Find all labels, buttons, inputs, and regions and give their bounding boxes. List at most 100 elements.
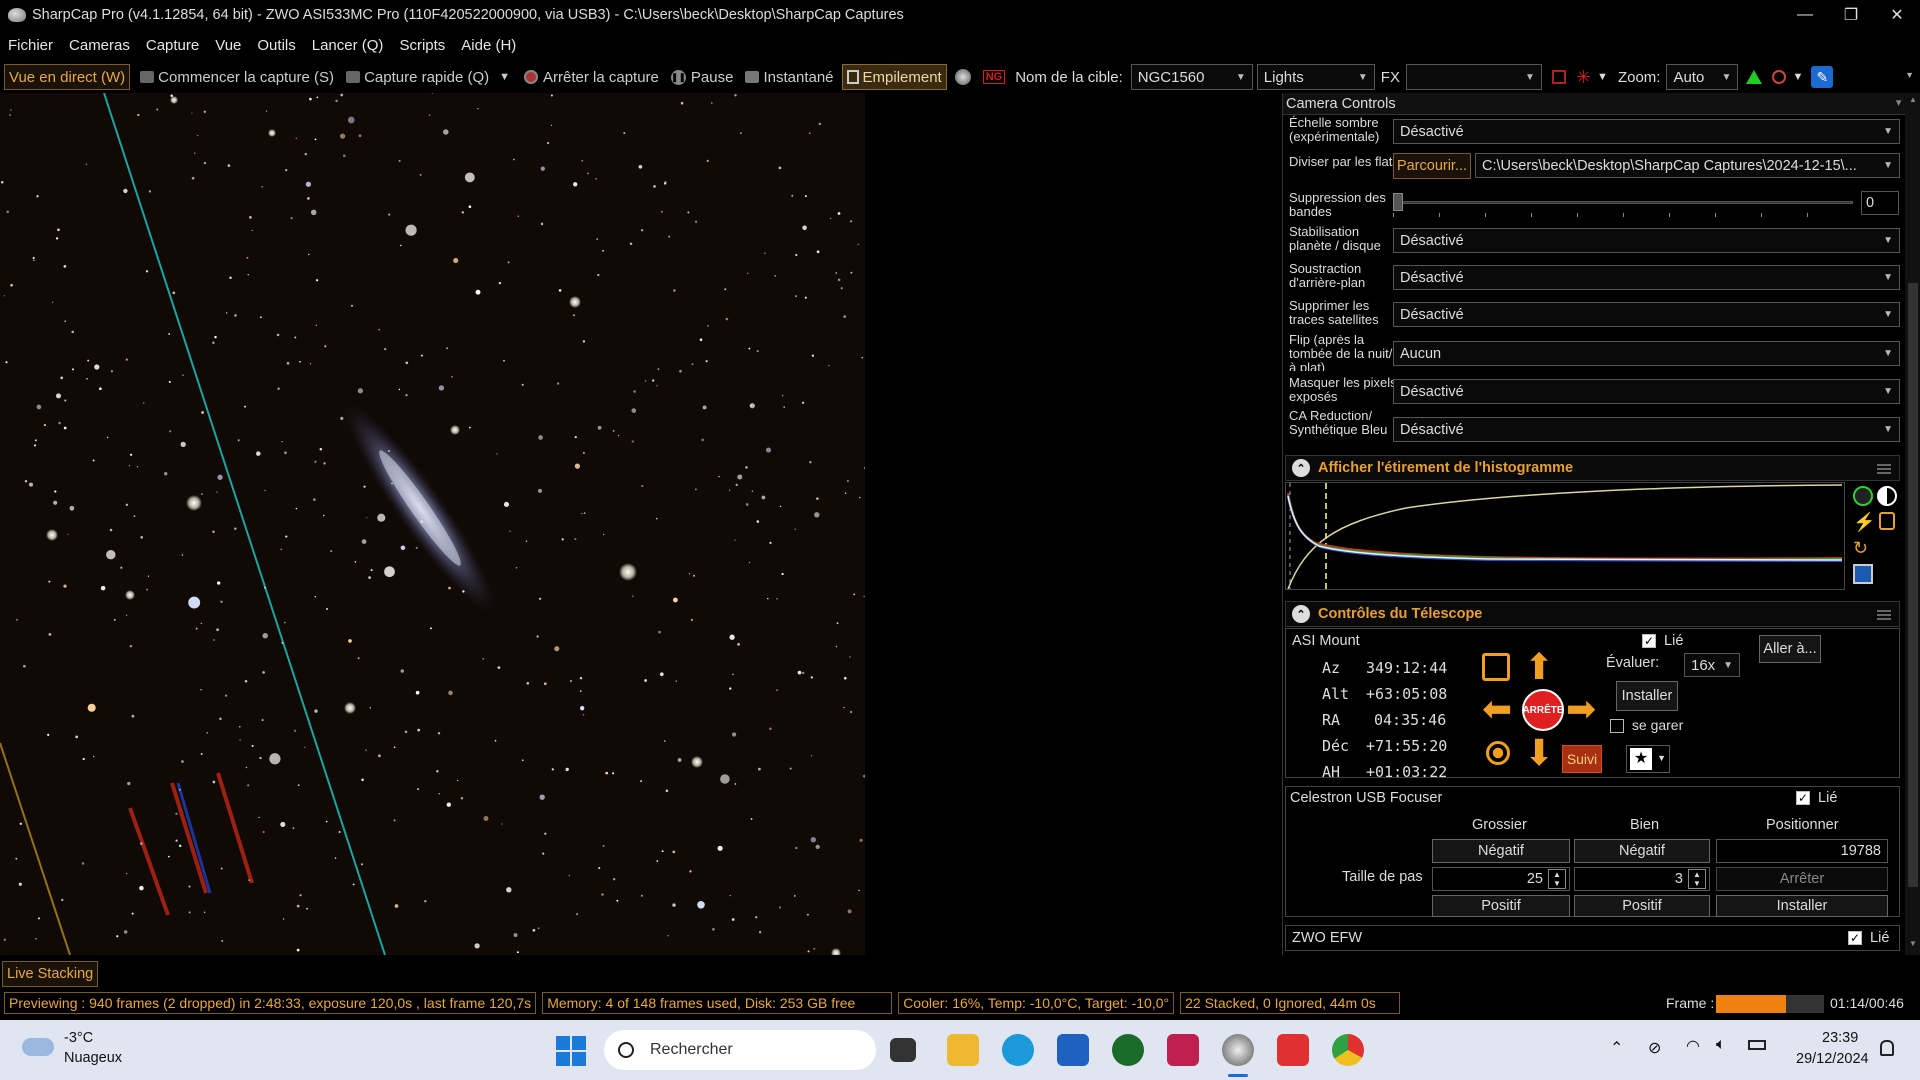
menu-help[interactable]: Aide (H) xyxy=(461,37,516,54)
menu-view[interactable]: Vue xyxy=(215,37,241,54)
browse-flats-button[interactable]: Parcourir... xyxy=(1393,153,1471,179)
contrast-icon[interactable] xyxy=(1877,486,1897,506)
file-explorer-icon[interactable] xyxy=(947,1034,979,1066)
fine-negative-button[interactable]: Négatif xyxy=(1574,839,1710,863)
scroll-down-icon[interactable]: ▼ xyxy=(1909,939,1917,948)
live-view-button[interactable]: Vue en direct (W) xyxy=(4,64,131,90)
menu-capture[interactable]: Capture xyxy=(146,37,199,54)
network-off-icon[interactable]: ⊘ xyxy=(1648,1038,1661,1058)
spinner-icon[interactable]: ▲ ▼ xyxy=(1548,869,1566,889)
minimize-button[interactable]: — xyxy=(1782,0,1828,30)
pause-button[interactable]: ❚❚ Pause xyxy=(667,64,738,90)
maximize-button[interactable]: ❐ xyxy=(1828,0,1874,30)
arrow-down-icon[interactable]: ⬇ xyxy=(1524,735,1554,771)
reset-icon[interactable]: ↻ xyxy=(1853,538,1868,559)
reticle-cross-icon[interactable]: ✳ xyxy=(1576,67,1591,88)
start-button[interactable] xyxy=(556,1036,586,1066)
spiral-search-icon[interactable] xyxy=(1482,653,1510,681)
arrow-right-icon[interactable]: ➡ xyxy=(1566,691,1596,727)
panel-scrollbar[interactable]: ▲ ▼ xyxy=(1905,93,1920,955)
target-reticle-icon[interactable] xyxy=(1772,70,1787,84)
menu-launch[interactable]: Lancer (Q) xyxy=(312,37,384,54)
lightning-icon[interactable]: ⚡ xyxy=(1853,512,1875,533)
coarse-negative-button[interactable]: Négatif xyxy=(1432,839,1570,863)
menu-scripts[interactable]: Scripts xyxy=(399,37,445,54)
histogram-header[interactable]: ⌃ Afficher l'étirement de l'histogramme xyxy=(1285,455,1900,481)
save-icon[interactable] xyxy=(1853,564,1873,584)
power-icon[interactable] xyxy=(1853,486,1873,506)
install-mount-button[interactable]: Installer xyxy=(1616,681,1678,711)
sharpcap-taskbar-icon[interactable] xyxy=(1222,1034,1254,1066)
menu-icon[interactable] xyxy=(1877,610,1891,620)
efw-linked-checkbox[interactable]: ✓ xyxy=(1848,931,1862,946)
anydesk-icon[interactable] xyxy=(1277,1034,1309,1066)
position-field[interactable]: 19788 xyxy=(1716,839,1888,863)
tracking-button[interactable]: Suivi xyxy=(1562,745,1602,773)
mask-select[interactable]: Désactivé ▼ xyxy=(1393,379,1900,404)
arrow-up-icon[interactable]: ⬆ xyxy=(1524,649,1554,685)
coarse-step-field[interactable]: 25 ▲ ▼ xyxy=(1432,867,1570,891)
slider-thumb[interactable] xyxy=(1393,193,1403,211)
astro-app-icon[interactable] xyxy=(1167,1034,1199,1066)
reticle-box-icon[interactable] xyxy=(1551,70,1566,84)
chevron-up-icon[interactable]: ⌃ xyxy=(1610,1038,1623,1058)
rate-select[interactable]: 16x ▼ xyxy=(1684,653,1740,677)
frame-type-select[interactable]: Lights ▼ xyxy=(1256,64,1375,90)
close-button[interactable]: ✕ xyxy=(1874,0,1920,30)
live-stacking-tab[interactable]: Live Stacking xyxy=(2,961,99,987)
mount-linked[interactable]: ✓ Lié xyxy=(1642,633,1683,649)
scroll-up-icon[interactable]: ▲ xyxy=(1909,95,1917,104)
scrollbar-thumb[interactable] xyxy=(1908,283,1918,887)
stop-capture-button[interactable]: Arrêter la capture xyxy=(520,64,663,90)
park-checkbox[interactable] xyxy=(1610,719,1624,734)
zoom-select[interactable]: Auto ▼ xyxy=(1666,64,1739,90)
histogram-chart[interactable] xyxy=(1285,482,1845,590)
dark-scale-select[interactable]: Désactivé ▼ xyxy=(1393,119,1900,144)
banding-slider[interactable] xyxy=(1393,191,1853,217)
menu-icon[interactable] xyxy=(1877,464,1891,474)
sun-icon[interactable] xyxy=(1486,741,1510,765)
start-capture-button[interactable]: Commencer la capture (S) xyxy=(136,64,338,90)
quick-capture-button[interactable]: Capture rapide (Q) ▼ xyxy=(342,64,514,90)
menu-cameras[interactable]: Cameras xyxy=(69,37,130,54)
efw-linked[interactable]: ✓ Lié xyxy=(1848,930,1889,946)
battery-icon[interactable] xyxy=(1748,1040,1766,1050)
edge-browser-icon[interactable] xyxy=(1002,1034,1034,1066)
background-select[interactable]: Désactivé ▼ xyxy=(1393,265,1900,290)
install-focuser-button[interactable]: Installer xyxy=(1716,895,1888,917)
goto-button[interactable]: Aller à... xyxy=(1759,635,1821,663)
focuser-linked-checkbox[interactable]: ✓ xyxy=(1796,791,1810,806)
collapse-icon[interactable]: ⌃ xyxy=(1292,459,1310,477)
fine-positive-button[interactable]: Positif xyxy=(1574,895,1710,917)
dark-frame-icon[interactable] xyxy=(954,69,971,85)
stacking-button[interactable]: Empilement xyxy=(841,64,947,90)
chevron-down-icon[interactable]: ▼ xyxy=(1905,70,1914,80)
phd-guiding-icon[interactable] xyxy=(1112,1034,1144,1066)
flip-select[interactable]: Aucun ▼ xyxy=(1393,341,1900,366)
flat-path-select[interactable]: C:\Users\beck\Desktop\SharpCap Captures\… xyxy=(1475,153,1900,178)
chevron-down-icon[interactable]: ▼ xyxy=(499,71,510,83)
histogram-green-icon[interactable] xyxy=(1746,70,1763,84)
chevron-down-icon[interactable]: ▼ xyxy=(1597,71,1608,83)
ca-reduction-select[interactable]: Désactivé ▼ xyxy=(1393,417,1900,442)
wifi-icon[interactable]: ◠ xyxy=(1686,1036,1700,1056)
clock-date[interactable]: 29/12/2024 xyxy=(1796,1051,1869,1067)
target-name-select[interactable]: NGC1560 ▼ xyxy=(1130,64,1253,90)
image-viewport[interactable] xyxy=(0,93,865,955)
chevron-down-icon[interactable]: ▼ xyxy=(1792,71,1803,83)
mount-linked-checkbox[interactable]: ✓ xyxy=(1642,634,1656,649)
lock-icon[interactable] xyxy=(1879,512,1895,530)
stabilize-select[interactable]: Désactivé ▼ xyxy=(1393,228,1900,253)
volume-icon[interactable]: 🔈︎ xyxy=(1716,1036,1726,1054)
menu-file[interactable]: Fichier xyxy=(8,37,53,54)
notification-bell-icon[interactable] xyxy=(1880,1040,1894,1056)
park-option[interactable]: se garer xyxy=(1610,717,1683,734)
arrow-left-icon[interactable]: ⬅ xyxy=(1482,691,1512,727)
stop-button[interactable]: ARRÊTE xyxy=(1522,689,1564,731)
stop-focuser-button[interactable]: Arrêter xyxy=(1716,867,1888,891)
satellite-select[interactable]: Désactivé ▼ xyxy=(1393,302,1900,327)
focuser-linked[interactable]: ✓ Lié xyxy=(1796,790,1837,806)
taskbar-search[interactable]: Rechercher xyxy=(604,1030,876,1070)
no-guide-icon[interactable]: NG xyxy=(982,70,1006,84)
coarse-positive-button[interactable]: Positif xyxy=(1432,895,1570,917)
